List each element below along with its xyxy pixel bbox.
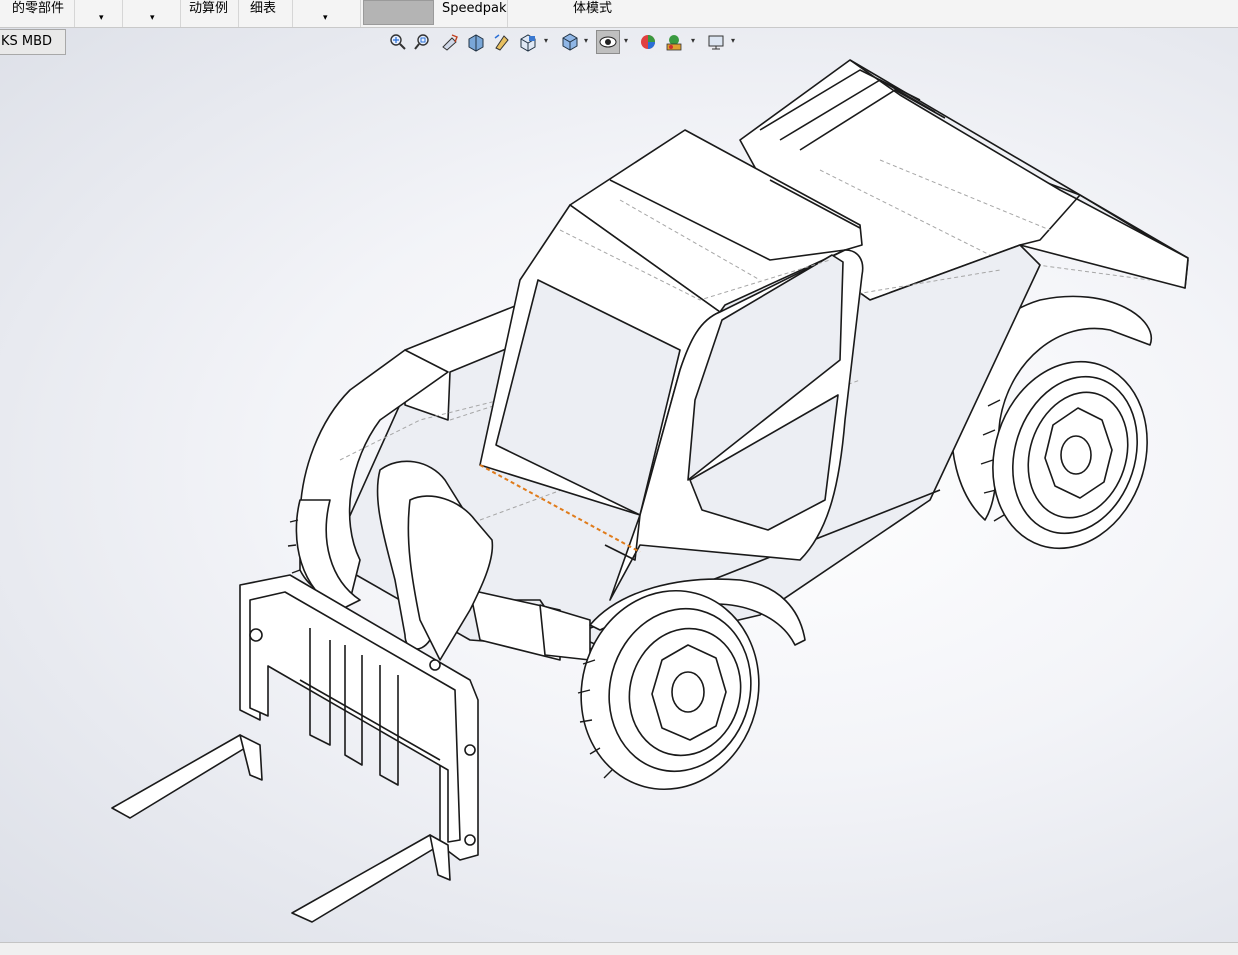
status-strip — [0, 942, 1238, 955]
tab-mbd-label: KS MBD — [1, 34, 53, 49]
chevron-down-icon: ▾ — [323, 13, 328, 23]
zoom-to-fit-icon[interactable] — [386, 30, 410, 54]
command-ribbon: 的零部件 ▾ ▾ 动算例 细表 ▾ Speedpak 体模式 — [0, 0, 1238, 28]
dropdown-button-3[interactable]: ▾ — [293, 0, 361, 27]
highlighted-command-button[interactable] — [363, 0, 434, 25]
speedpak-button[interactable]: Speedpak — [436, 0, 508, 27]
chevron-down-icon[interactable]: ▾ — [584, 36, 588, 45]
forklift-model[interactable]: .e { fill:none; stroke:#1a1a1a; stroke-w… — [0, 28, 1238, 942]
part-of-assembly-label: 的零部件 — [12, 1, 65, 16]
view-orientation-icon[interactable] — [516, 30, 540, 54]
apply-scene-icon[interactable] — [662, 30, 686, 54]
view-settings-icon[interactable] — [704, 30, 728, 54]
dropdown-button-2[interactable]: ▾ — [123, 0, 181, 27]
forks[interactable] — [111, 734, 451, 923]
chevron-down-icon[interactable]: ▾ — [624, 36, 628, 45]
previous-view-icon[interactable] — [438, 30, 462, 54]
graphics-viewport[interactable]: .e { fill:none; stroke:#1a1a1a; stroke-w… — [0, 28, 1238, 942]
chevron-down-icon[interactable]: ▾ — [544, 36, 548, 45]
body-mode-label: 体模式 — [573, 1, 613, 16]
chevron-down-icon: ▾ — [99, 13, 104, 23]
chevron-down-icon: ▾ — [150, 13, 155, 23]
section-view-icon[interactable] — [464, 30, 488, 54]
bom-label: 细表 — [250, 1, 277, 16]
motion-study-button[interactable]: 动算例 — [181, 0, 239, 27]
edit-appearance-icon[interactable] — [636, 30, 660, 54]
zoom-to-area-icon[interactable] — [412, 30, 436, 54]
tab-mbd[interactable]: KS MBD — [0, 29, 66, 55]
dropdown-button-1[interactable]: ▾ — [75, 0, 123, 27]
body-mode-button[interactable]: 体模式 — [508, 0, 1238, 27]
bom-button[interactable]: 细表 — [239, 0, 293, 27]
chevron-down-icon[interactable]: ▾ — [731, 36, 735, 45]
motion-study-label: 动算例 — [189, 1, 229, 16]
dynamic-annotation-views-icon[interactable] — [490, 30, 514, 54]
display-style-icon[interactable] — [558, 30, 582, 54]
heads-up-view-toolbar: ▾ ▾ ▾ ▾ ▾ — [386, 30, 746, 56]
speedpak-label: Speedpak — [442, 1, 507, 16]
chevron-down-icon[interactable]: ▾ — [691, 36, 695, 45]
part-of-assembly-button[interactable]: 的零部件 — [0, 0, 75, 27]
hide-show-items-icon[interactable] — [596, 30, 620, 54]
